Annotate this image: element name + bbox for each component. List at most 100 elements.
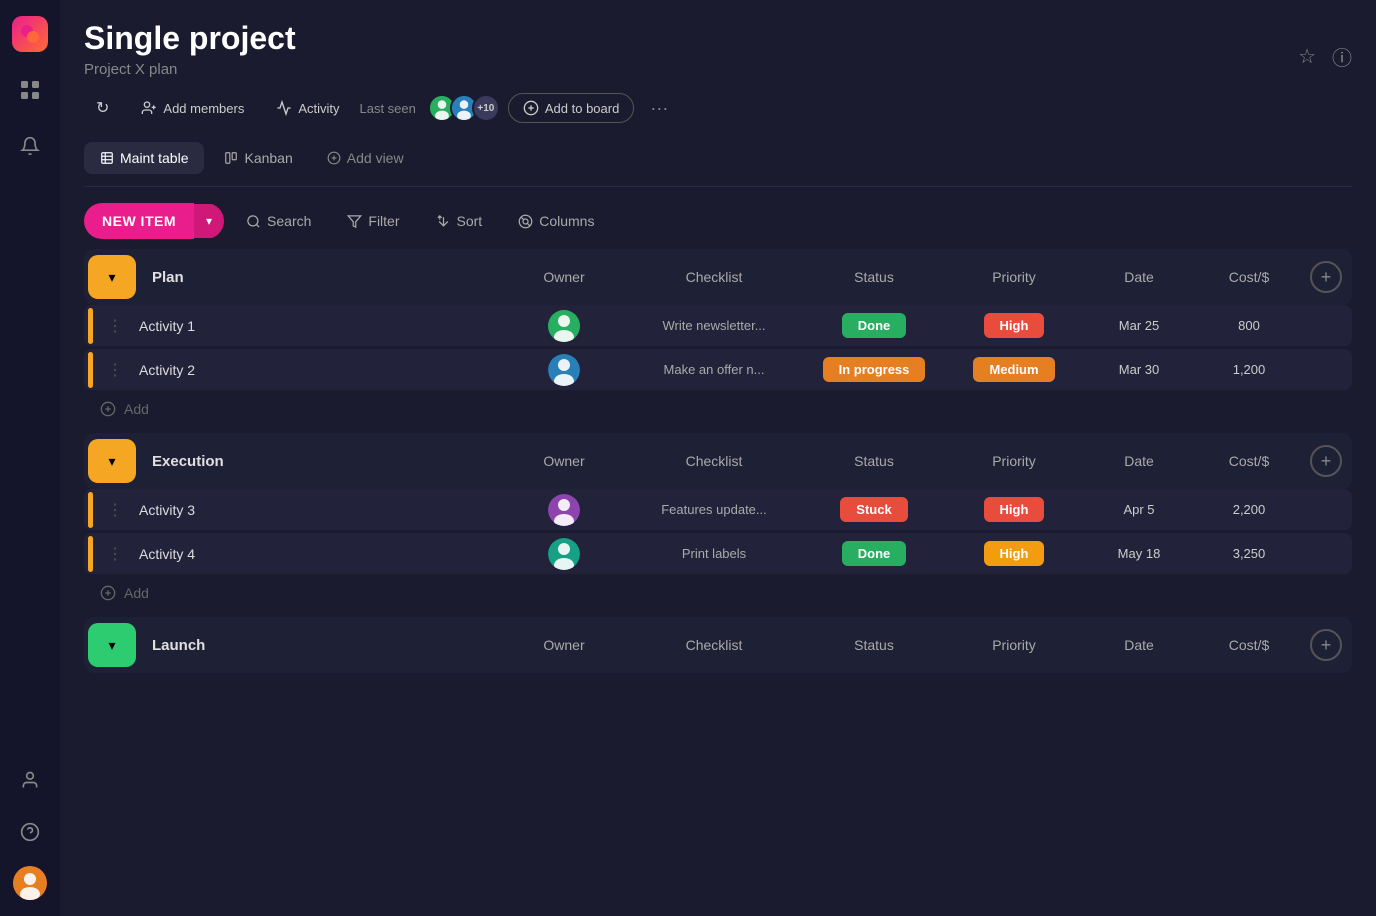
add-to-board-icon <box>523 100 539 116</box>
more-options-button[interactable]: ··· <box>642 94 676 123</box>
members-avatars: +10 <box>428 94 500 122</box>
col-add-3: + <box>1304 617 1348 673</box>
add-column-2-button[interactable]: + <box>1310 445 1342 477</box>
col-date-3: Date <box>1084 625 1194 665</box>
row-date: Mar 30 <box>1084 352 1194 387</box>
table-row: ⋮ Activity 1 Write newsletter... Done Hi… <box>84 305 1352 346</box>
activity-button[interactable]: Activity <box>264 94 351 122</box>
project-subtitle: Project X plan <box>84 61 296 78</box>
row-date: Apr 5 <box>1084 492 1194 527</box>
columns-button[interactable]: Columns <box>504 205 608 237</box>
group-execution-toggle[interactable]: ▾ <box>88 439 136 483</box>
maint-table-icon <box>100 151 114 165</box>
row-date: Mar 25 <box>1084 308 1194 343</box>
activity-icon <box>276 100 292 116</box>
info-button[interactable]: ⓘ <box>1332 42 1352 71</box>
row-name: Activity 2 <box>129 350 504 390</box>
add-to-board-button[interactable]: Add to board <box>508 93 634 123</box>
status-badge: Stuck <box>840 497 907 522</box>
tab-kanban[interactable]: Kanban <box>208 142 308 174</box>
group-execution-name: Execution <box>136 441 504 482</box>
sidebar-person-icon[interactable] <box>12 762 48 798</box>
add-members-icon <box>141 100 157 116</box>
row-menu-button[interactable]: ⋮ <box>101 536 129 572</box>
project-title: Single project <box>84 20 296 57</box>
owner-avatar <box>548 354 580 386</box>
col-add-2: + <box>1304 433 1348 489</box>
priority-badge: High <box>984 313 1045 338</box>
row-menu-button[interactable]: ⋮ <box>101 492 129 528</box>
row-menu-button[interactable]: ⋮ <box>101 308 129 344</box>
sidebar <box>0 0 60 916</box>
row-checklist: Features update... <box>624 492 804 527</box>
header-titles: Single project Project X plan <box>84 20 296 92</box>
header-right-icons: ☆ ⓘ <box>1298 42 1352 71</box>
row-indicator <box>88 536 93 572</box>
col-cost-3: Cost/$ <box>1194 625 1304 665</box>
row-cost: 1,200 <box>1194 352 1304 387</box>
refresh-icon: ↻ <box>96 98 109 118</box>
col-owner-1: Owner <box>504 257 624 297</box>
col-status-2: Status <box>804 441 944 481</box>
tab-maint-table[interactable]: Maint table <box>84 142 204 174</box>
app-logo[interactable] <box>12 16 48 52</box>
user-avatar[interactable] <box>13 866 47 900</box>
new-item-dropdown-button[interactable]: ▾ <box>194 204 224 238</box>
members-more-badge: +10 <box>472 94 500 122</box>
row-owner <box>504 354 624 386</box>
row-cost: 800 <box>1194 308 1304 343</box>
group-plan-name: Plan <box>136 257 504 298</box>
add-execution-row-button[interactable]: Add <box>84 577 1352 609</box>
kanban-icon <box>224 151 238 165</box>
row-checklist: Make an offer n... <box>624 352 804 387</box>
row-date: May 18 <box>1084 536 1194 571</box>
add-view-icon <box>327 151 341 165</box>
group-plan-toggle[interactable]: ▾ <box>88 255 136 299</box>
sidebar-bell-icon[interactable] <box>12 128 48 164</box>
row-indicator <box>88 352 93 388</box>
add-column-1-button[interactable]: + <box>1310 261 1342 293</box>
sidebar-grid-icon[interactable] <box>12 72 48 108</box>
col-status-3: Status <box>804 625 944 665</box>
new-item-button[interactable]: NEW ITEM ▾ <box>84 203 224 239</box>
group-execution: ▾ Execution Owner Checklist Status Prior… <box>84 433 1352 609</box>
group-launch-header: ▾ Launch Owner Checklist Status Priority… <box>84 617 1352 673</box>
group-launch: ▾ Launch Owner Checklist Status Priority… <box>84 617 1352 673</box>
priority-badge: High <box>984 541 1045 566</box>
filter-icon <box>347 214 362 229</box>
table-row: ⋮ Activity 4 Print labels Done High May … <box>84 533 1352 574</box>
row-priority: High <box>944 489 1084 530</box>
col-date-1: Date <box>1084 257 1194 297</box>
col-add-1: + <box>1304 249 1348 305</box>
status-badge: In progress <box>823 357 926 382</box>
row-checklist: Print labels <box>624 536 804 571</box>
new-item-main-button[interactable]: NEW ITEM <box>84 203 194 239</box>
star-button[interactable]: ☆ <box>1298 44 1316 69</box>
row-menu-button[interactable]: ⋮ <box>101 352 129 388</box>
refresh-button[interactable]: ↻ <box>84 92 121 124</box>
search-button[interactable]: Search <box>232 205 325 237</box>
group-launch-toggle[interactable]: ▾ <box>88 623 136 667</box>
filter-button[interactable]: Filter <box>333 205 413 237</box>
status-badge: Done <box>842 541 907 566</box>
add-column-3-button[interactable]: + <box>1310 629 1342 661</box>
row-priority: High <box>944 533 1084 574</box>
row-status: Done <box>804 533 944 574</box>
sort-button[interactable]: Sort <box>422 205 497 237</box>
row-cost: 3,250 <box>1194 536 1304 571</box>
add-view-button[interactable]: Add view <box>313 142 418 174</box>
row-status: Done <box>804 305 944 346</box>
row-checklist: Write newsletter... <box>624 308 804 343</box>
owner-avatar <box>548 310 580 342</box>
row-priority: High <box>944 305 1084 346</box>
priority-badge: Medium <box>973 357 1054 382</box>
sidebar-help-icon[interactable] <box>12 814 48 850</box>
row-name: Activity 3 <box>129 490 504 530</box>
add-members-button[interactable]: Add members <box>129 94 256 122</box>
add-plan-row-button[interactable]: Add <box>84 393 1352 425</box>
group-execution-header: ▾ Execution Owner Checklist Status Prior… <box>84 433 1352 489</box>
add-row-icon <box>100 585 116 601</box>
group-plan-header: ▾ Plan Owner Checklist Status Priority D… <box>84 249 1352 305</box>
table-row: ⋮ Activity 3 Features update... Stuck Hi… <box>84 489 1352 530</box>
row-priority: Medium <box>944 349 1084 390</box>
